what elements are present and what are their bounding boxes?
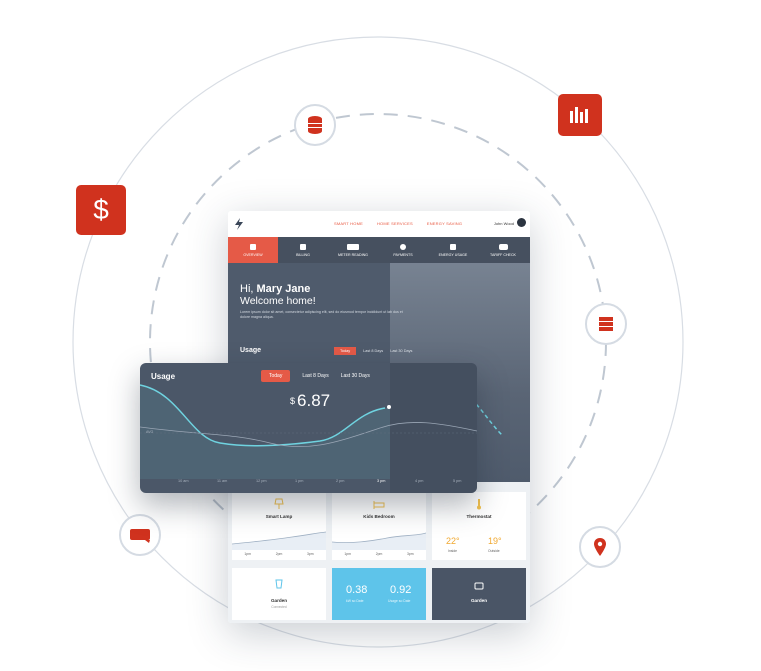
bed-icon (373, 501, 385, 509)
card-kids-bedroom[interactable]: Kids Bedroom 1pm 2pm 3pm (332, 492, 426, 560)
dollar-badge-icon: $ (76, 185, 126, 235)
avatar[interactable] (517, 218, 526, 227)
mini-curve (232, 531, 326, 550)
top-nav: SMART HOME HOME SERVICES ENERGY SAVING (334, 221, 462, 226)
range-today-back[interactable]: Today (334, 347, 357, 355)
dollar-symbol: $ (93, 194, 109, 225)
inside-label: Inside (448, 549, 458, 553)
topnav-smart-home[interactable]: SMART HOME (334, 221, 363, 226)
x-tick: 5 pm (453, 479, 462, 483)
document-icon (300, 243, 306, 250)
kwh-today-label: kW so Date (346, 599, 364, 603)
menu-item-overview[interactable]: OVERVIEW (228, 237, 278, 263)
card-title: Garden (470, 598, 488, 603)
user-name[interactable]: John Wood (494, 221, 514, 226)
thermometer-icon (477, 499, 481, 510)
menu-item-billing[interactable]: BILLING (278, 237, 328, 263)
x-tick: 1 pm (295, 479, 304, 483)
x-tick: 10 am (178, 479, 189, 483)
menu-item-meter-reading[interactable]: METER READING (328, 237, 378, 263)
card-title: Thermostat (466, 514, 492, 519)
usage-chart (140, 363, 477, 493)
usage-panel: Usage Today Last 8 Days Last 30 Days $6.… (140, 363, 477, 493)
bar-chart-icon (570, 107, 588, 123)
range-30days-back[interactable]: Last 30 Days (390, 349, 412, 353)
tag-icon (498, 243, 508, 250)
x-tick: 11 am (217, 479, 228, 483)
pie-chart-icon (250, 243, 256, 250)
lamp-icon (274, 498, 284, 509)
card-garden[interactable]: Garden Connected (232, 568, 326, 620)
menu-item-tariff-check[interactable]: TARIFF CHECK (478, 237, 528, 263)
card-title: Garden (270, 598, 288, 603)
mini-curve (332, 532, 426, 550)
range-8days-back[interactable]: Last 8 Days (363, 349, 383, 353)
card-title: Kids Bedroom (363, 514, 395, 519)
database-icon (294, 104, 336, 146)
server-stack-icon (585, 303, 627, 345)
plant-icon (275, 579, 283, 589)
location-pin-icon (579, 526, 621, 568)
greeting-line2: Welcome home! (240, 295, 316, 307)
usage-y-label: AVG (146, 430, 154, 434)
topnav-home-services[interactable]: HOME SERVICES (377, 221, 413, 226)
card-smart-lamp[interactable]: Smart Lamp 1pm 2pm 3pm (232, 492, 326, 560)
top-bar: SMART HOME HOME SERVICES ENERGY SAVING J… (228, 211, 530, 237)
card-thermostat[interactable]: Thermostat 22° 19° Inside Outside (432, 492, 526, 560)
coin-icon (400, 243, 406, 250)
intro-text: Lorem ipsum dolor sit amet, consectetur … (240, 310, 403, 319)
card-times: 1pm 2pm 3pm (344, 552, 414, 556)
usage-heading-back: Usage (240, 347, 262, 354)
thermostat-outside: 19° (488, 536, 502, 546)
meter-icon (347, 243, 359, 250)
main-menu: OVERVIEW BILLING METER READING PAYMENTS … (228, 237, 530, 263)
x-tick: 3 pm (377, 479, 386, 483)
outside-label: Outside (488, 549, 500, 553)
kwh-usage-value: 0.92 (390, 584, 412, 596)
menu-item-payments[interactable]: PAYMENTS (378, 237, 428, 263)
card-sub: Connected (271, 605, 287, 609)
bolt-logo-icon (235, 218, 243, 230)
x-tick: 2 pm (336, 479, 345, 483)
x-tick: 12 pm (256, 479, 267, 483)
menu-item-energy-usage[interactable]: ENERGY USAGE (428, 237, 478, 263)
greeting-line1: Hi, Mary Jane (240, 283, 311, 295)
usage-range-back: Today Last 8 Days Last 30 Days (334, 347, 412, 355)
bar-chart-badge-icon (558, 94, 602, 136)
chat-icon (119, 514, 161, 556)
kwh-usage-label: Usage so Date (388, 599, 411, 603)
x-tick: 4 pm (415, 479, 424, 483)
card-kwh[interactable]: 0.38 0.92 kW so Date Usage so Date (332, 568, 426, 620)
topnav-energy-saving[interactable]: ENERGY SAVING (427, 221, 462, 226)
card-garden-dark[interactable]: Garden (432, 568, 526, 620)
bar-chart-icon (450, 243, 456, 250)
card-title: Smart Lamp (265, 514, 293, 519)
device-cards: Smart Lamp 1pm 2pm 3pm Kids Bedroom 1pm 2pm… (228, 482, 530, 623)
thermostat-inside: 22° (446, 536, 460, 546)
device-icon (474, 582, 484, 590)
kwh-today-value: 0.38 (346, 584, 368, 596)
card-times: 1pm 2pm 3pm (244, 552, 314, 556)
